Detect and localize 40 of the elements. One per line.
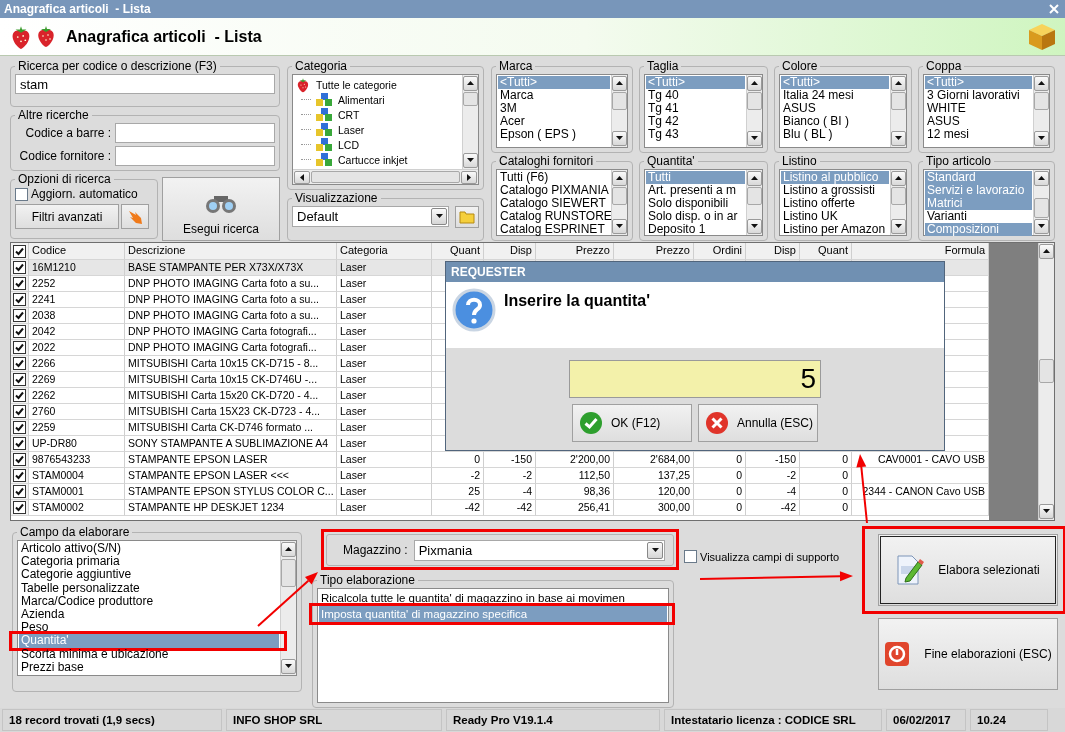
field-label: Magazzino :: [343, 543, 408, 557]
checkbox-label: Visualizza campi di supporto: [700, 550, 840, 563]
table-cell: -42: [432, 500, 484, 516]
status-text: Ready Pro V19.1.4: [446, 709, 660, 731]
group-label: Coppa: [925, 60, 963, 73]
group-label: Cataloghi fornitori: [498, 155, 595, 168]
page-title: Anagrafica articoli - Lista: [66, 27, 263, 46]
table-cell: 0: [800, 500, 852, 516]
window-title: Anagrafica articoli - Lista: [4, 2, 151, 16]
group-label: Taglia: [646, 60, 680, 73]
group-label: Listino: [781, 155, 818, 168]
table-cell: STAM0002: [29, 500, 125, 516]
dialog-title: REQUESTER: [446, 262, 944, 282]
group-label: Altre ricerche: [17, 109, 90, 122]
table-cell: Laser: [337, 500, 432, 516]
table-cell: STAMPANTE HP DESKJET 1234: [125, 500, 337, 516]
group-label: Colore: [781, 60, 819, 73]
table-cell: 256,41: [536, 500, 614, 516]
group-label: Visualizzazione: [294, 192, 379, 205]
status-text: 06/02/2017: [886, 709, 966, 731]
field-label: Codice fornitore :: [19, 149, 111, 163]
status-text: INFO SHOP SRL: [226, 709, 442, 731]
group-label: Ricerca per codice o descrizione (F3): [17, 60, 218, 73]
table-cell: -42: [746, 500, 800, 516]
group-label: Categoria: [294, 60, 349, 73]
table-cell: 300,00: [614, 500, 694, 516]
group-label: Opzioni di ricerca: [17, 173, 112, 186]
status-text: Intestatario licenza : CODICE SRL: [664, 709, 882, 731]
status-text: 18 record trovati (1,9 secs): [2, 709, 222, 731]
group-label: Tipo articolo: [925, 155, 992, 168]
checkbox-label: Aggiorn. automatico: [31, 187, 138, 201]
status-text: 10.24: [970, 709, 1048, 731]
field-label: Codice a barre :: [25, 126, 111, 140]
group-label: Quantita': [646, 155, 696, 168]
group-label: Tipo elaborazione: [319, 574, 416, 587]
dialog-message: Inserire la quantita': [504, 291, 651, 311]
group-label: Campo da elaborare: [19, 526, 131, 539]
table-cell: -42: [484, 500, 536, 516]
table-cell: 0: [694, 500, 746, 516]
group-label: Marca: [498, 60, 534, 73]
